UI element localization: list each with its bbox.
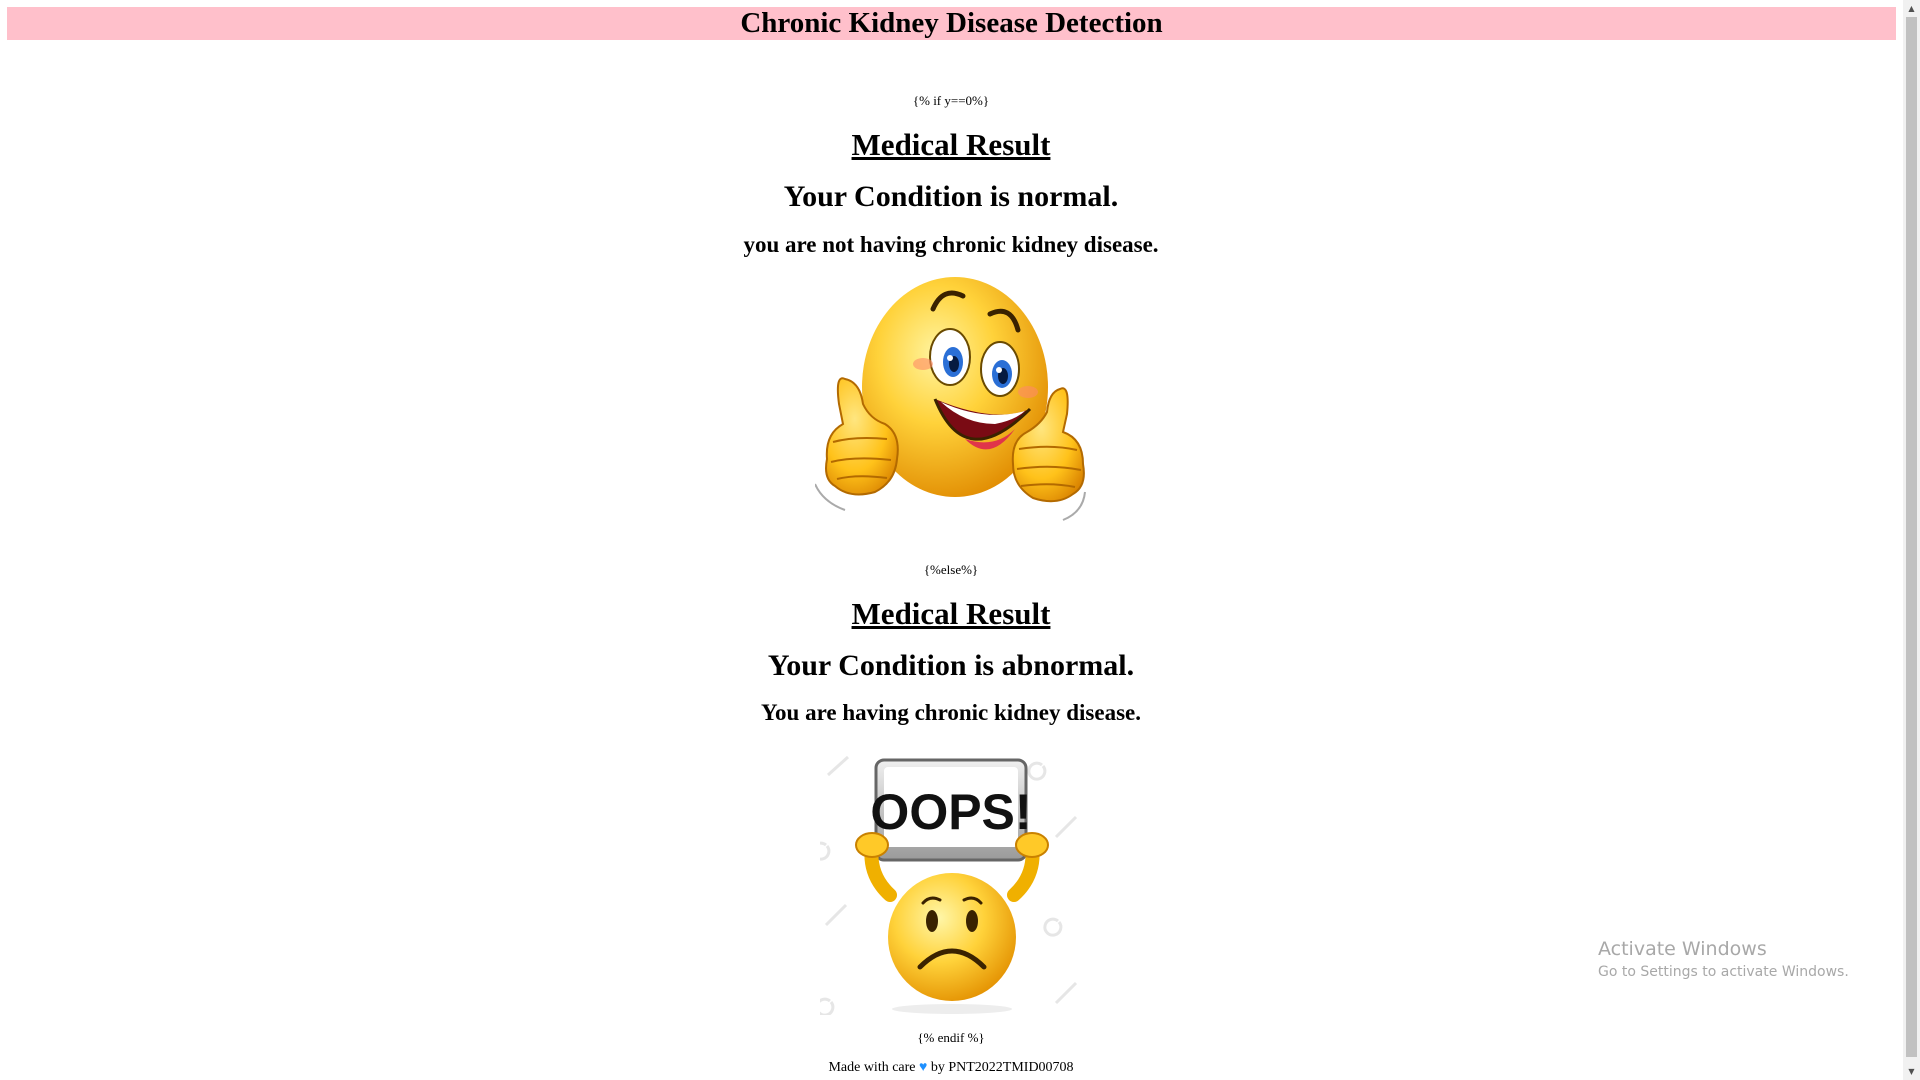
page-header: Chronic Kidney Disease Detection xyxy=(7,7,1896,40)
normal-result-heading: Medical Result xyxy=(851,127,1051,162)
abnormal-result-heading: Medical Result xyxy=(851,596,1051,631)
abnormal-message: You are having chronic kidney disease. xyxy=(761,700,1141,725)
page-title: Chronic Kidney Disease Detection xyxy=(740,7,1163,39)
happy-emoji-image xyxy=(814,274,1090,554)
scroll-up-arrow-icon[interactable]: ▲ xyxy=(1903,0,1920,17)
sad-oops-sign-icon: OOPS! xyxy=(811,755,1078,1017)
normal-message: you are not having chronic kidney diseas… xyxy=(743,232,1159,257)
template-endif-text: {% endif %} xyxy=(917,1030,985,1045)
normal-condition-heading: Your Condition is normal. xyxy=(783,180,1119,213)
footer-prefix: Made with care xyxy=(828,1060,916,1075)
windows-activation-watermark: Activate Windows Go to Settings to activ… xyxy=(1598,938,1849,980)
page: Chronic Kidney Disease Detection {% if y… xyxy=(0,0,1920,1080)
footer-suffix: by PNT2022TMID00708 xyxy=(930,1060,1074,1075)
template-else-text: {%else%} xyxy=(923,562,979,577)
oops-sign-text: OOPS! xyxy=(870,784,1031,840)
scroll-down-arrow-icon[interactable]: ▼ xyxy=(1903,1063,1920,1080)
heart-icon: ♥ xyxy=(919,1060,928,1075)
sad-emoji-image: OOPS! xyxy=(811,745,1085,1020)
page-footer: Made with care ♥ by PNT2022TMID00708 xyxy=(0,1060,1902,1076)
watermark-title: Activate Windows xyxy=(1598,938,1767,960)
happy-thumbs-up-icon xyxy=(814,277,1086,521)
watermark-subtitle: Go to Settings to activate Windows. xyxy=(1598,964,1849,980)
abnormal-condition-heading: Your Condition is abnormal. xyxy=(767,649,1135,682)
template-if-text: {% if y==0%} xyxy=(912,93,990,108)
vertical-scrollbar[interactable]: ▲ ▼ xyxy=(1903,0,1920,1080)
scrollbar-thumb[interactable] xyxy=(1906,17,1917,1057)
